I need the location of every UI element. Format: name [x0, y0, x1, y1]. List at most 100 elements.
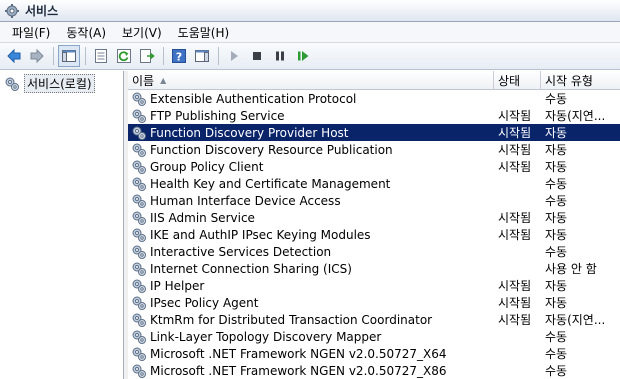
service-row[interactable]: Interactive Services Detection 수동 — [128, 243, 620, 260]
service-startup-type: 수동 — [545, 245, 568, 259]
restart-icon — [298, 51, 309, 61]
service-name: Human Interface Device Access — [150, 193, 341, 208]
service-status: 시작됨 — [498, 296, 532, 310]
column-header-startup-type[interactable]: 시작 유형 — [541, 71, 620, 90]
service-row[interactable]: IPsec Policy Agent 시작됨 자동 — [128, 294, 620, 311]
service-name: Function Discovery Provider Host — [150, 125, 349, 140]
console-tree: 서비스(로컬) — [0, 71, 124, 379]
service-name: Extensible Authentication Protocol — [150, 91, 357, 106]
service-name-cell: IP Helper — [128, 278, 494, 294]
service-name: Microsoft .NET Framework NGEN v2.0.50727… — [150, 363, 447, 378]
action-pane-icon — [195, 50, 209, 62]
service-startup-type: 자동 — [545, 143, 568, 157]
export-list-button[interactable] — [136, 45, 158, 67]
column-header-name[interactable]: 이름 ▲ — [128, 71, 494, 90]
service-gear-icon — [132, 143, 146, 157]
column-startup-label: 시작 유형 — [545, 74, 593, 88]
service-row[interactable]: IIS Admin Service 시작됨 자동 — [128, 209, 620, 226]
toolbar-separator — [53, 47, 54, 65]
service-name: KtmRm for Distributed Transaction Coordi… — [150, 312, 433, 327]
service-name: Group Policy Client — [150, 159, 264, 174]
toolbar-separator — [85, 47, 86, 65]
column-header-status[interactable]: 상태 — [494, 71, 541, 90]
menu-view[interactable]: 보기(V) — [114, 23, 170, 42]
service-gear-icon — [132, 313, 146, 327]
stop-service-button[interactable] — [246, 45, 268, 67]
service-name-cell: IKE and AuthIP IPsec Keying Modules — [128, 227, 494, 243]
service-gear-icon — [132, 347, 146, 361]
service-startup-type: 자동 — [545, 279, 568, 293]
service-row[interactable]: KtmRm for Distributed Transaction Coordi… — [128, 311, 620, 328]
service-row[interactable]: IKE and AuthIP IPsec Keying Modules 시작됨 … — [128, 226, 620, 243]
service-row[interactable]: Extensible Authentication Protocol 수동 — [128, 90, 620, 107]
service-row[interactable]: Microsoft .NET Framework NGEN v2.0.50727… — [128, 345, 620, 362]
service-gear-icon — [132, 262, 146, 276]
pause-service-button[interactable] — [269, 45, 291, 67]
sort-ascending-icon: ▲ — [160, 76, 167, 85]
back-button[interactable] — [3, 45, 25, 67]
service-name-cell: Health Key and Certificate Management — [128, 176, 494, 192]
svg-text:?: ? — [176, 51, 182, 64]
service-startup-type: 수동 — [545, 364, 568, 378]
service-startup-type: 자동 — [545, 126, 568, 140]
refresh-icon — [117, 49, 131, 63]
service-startup-type: 자동 — [545, 228, 568, 242]
service-row[interactable]: Group Policy Client 시작됨 자동 — [128, 158, 620, 175]
service-gear-icon — [132, 92, 146, 106]
start-service-button[interactable] — [223, 45, 245, 67]
properties-icon — [95, 49, 107, 63]
console-tree-icon — [62, 50, 76, 62]
gear-icon — [5, 77, 19, 91]
help-icon: ? — [172, 49, 186, 64]
restart-service-button[interactable] — [292, 45, 314, 67]
service-gear-icon — [132, 177, 146, 191]
service-row[interactable]: Link-Layer Topology Discovery Mapper 수동 — [128, 328, 620, 345]
service-row[interactable]: Microsoft .NET Framework NGEN v2.0.50727… — [128, 362, 620, 379]
service-name-cell: Group Policy Client — [128, 159, 494, 175]
service-name-cell: Function Discovery Provider Host — [128, 125, 494, 141]
show-hide-console-tree-button[interactable] — [58, 45, 80, 67]
service-row[interactable]: Function Discovery Resource Publication … — [128, 141, 620, 158]
service-name-cell: Internet Connection Sharing (ICS) — [128, 261, 494, 277]
service-startup-type: 자동 — [545, 160, 568, 174]
service-gear-icon — [132, 364, 146, 378]
service-name-cell: Human Interface Device Access — [128, 193, 494, 209]
service-status: 시작됨 — [498, 279, 532, 293]
toolbar-separator — [163, 47, 164, 65]
service-row[interactable]: Health Key and Certificate Management 수동 — [128, 175, 620, 192]
service-name: IP Helper — [150, 278, 205, 293]
service-name-cell: IIS Admin Service — [128, 210, 494, 226]
service-row[interactable]: Function Discovery Provider Host 시작됨 자동 — [128, 124, 620, 141]
service-row[interactable]: Human Interface Device Access 수동 — [128, 192, 620, 209]
service-startup-type: 자동(지연... — [545, 313, 606, 327]
service-gear-icon — [132, 211, 146, 225]
service-name: Interactive Services Detection — [150, 244, 332, 259]
menu-file[interactable]: 파일(F) — [4, 23, 58, 42]
service-name-cell: FTP Publishing Service — [128, 108, 494, 124]
refresh-button[interactable] — [113, 45, 135, 67]
service-row[interactable]: IP Helper 시작됨 자동 — [128, 277, 620, 294]
service-row[interactable]: FTP Publishing Service 시작됨 자동(지연... — [128, 107, 620, 124]
services-gear-icon — [5, 3, 19, 18]
service-name: Health Key and Certificate Management — [150, 176, 391, 191]
service-row[interactable]: Internet Connection Sharing (ICS) 사용 안 함 — [128, 260, 620, 277]
forward-button[interactable] — [26, 45, 48, 67]
service-startup-type: 수동 — [545, 177, 568, 191]
tree-item-services-local[interactable]: 서비스(로컬) — [4, 74, 95, 93]
service-name: Internet Connection Sharing (ICS) — [150, 261, 352, 276]
service-name: IIS Admin Service — [150, 210, 255, 225]
services-list: 이름 ▲ 상태 시작 유형 Extensible Authentication … — [128, 71, 620, 379]
service-name-cell: Microsoft .NET Framework NGEN v2.0.50727… — [128, 346, 494, 362]
properties-button[interactable] — [90, 45, 112, 67]
menu-action[interactable]: 동작(A) — [58, 23, 114, 42]
show-action-pane-button[interactable] — [191, 45, 213, 67]
service-startup-type: 사용 안 함 — [545, 262, 597, 276]
menu-help[interactable]: 도움말(H) — [170, 23, 238, 42]
help-button[interactable]: ? — [168, 45, 190, 67]
service-name-cell: Interactive Services Detection — [128, 244, 494, 260]
back-arrow-icon — [7, 48, 21, 64]
list-header: 이름 ▲ 상태 시작 유형 — [128, 71, 620, 90]
service-gear-icon — [132, 330, 146, 344]
toolbar: ? — [0, 43, 620, 70]
column-name-label: 이름 — [132, 74, 155, 88]
